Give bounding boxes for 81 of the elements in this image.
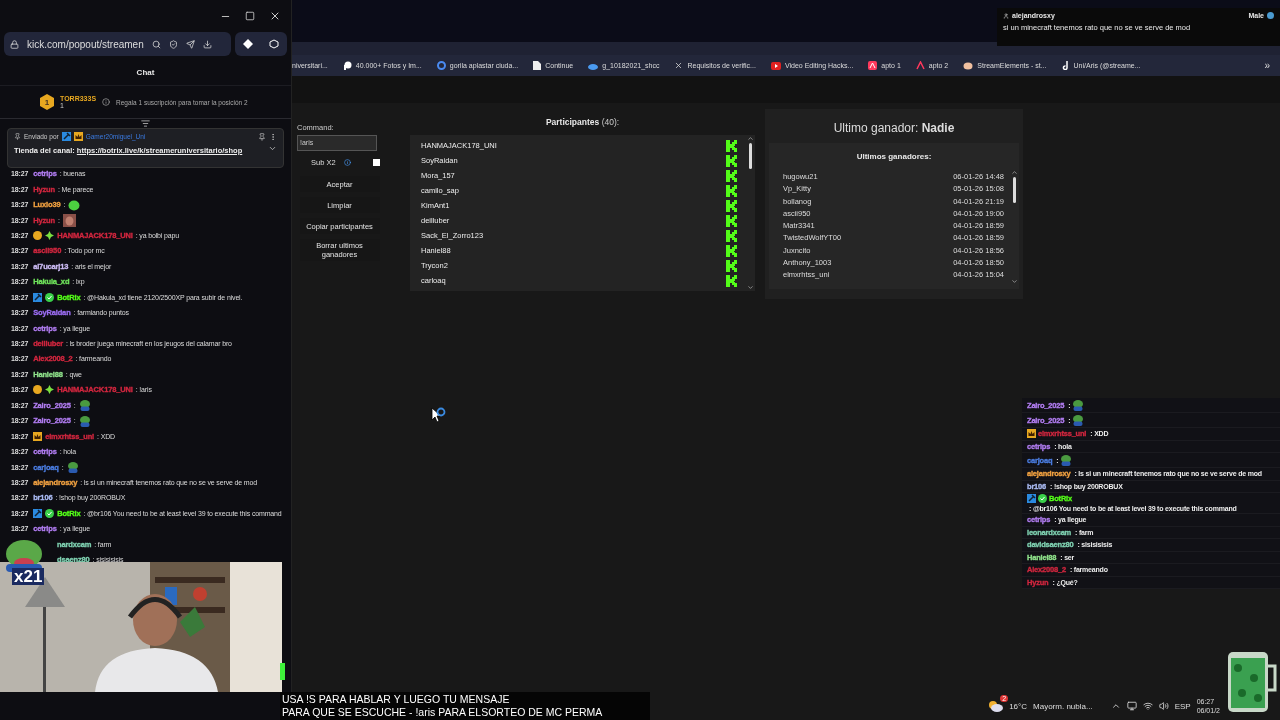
language-indicator[interactable]: ESP <box>1174 701 1191 711</box>
verified-badge-icon <box>45 292 55 302</box>
subtitle-line: PARA QUE SE ESCUCHE - !aris PARA ELSORTEO DE MC PERMA <box>282 706 604 719</box>
info-icon <box>343 159 351 166</box>
crown-badge-icon <box>1027 429 1036 439</box>
subtitle-line: USA !S PARA HABLAR Y LUEGO TU MENSAJE <box>282 693 511 706</box>
wifi-icon[interactable] <box>1142 701 1153 711</box>
globe-icon <box>1267 12 1274 19</box>
download-icon[interactable] <box>202 39 212 49</box>
send-icon[interactable] <box>185 39 195 49</box>
frog-emote <box>1072 399 1085 411</box>
level-bar <box>280 663 285 680</box>
user-icon <box>1003 12 1009 19</box>
scrollbar-thumb[interactable] <box>1012 177 1016 203</box>
verified-badge-icon <box>45 508 55 518</box>
more-bookmarks-button[interactable]: » <box>1264 60 1270 71</box>
close-icon[interactable] <box>269 10 281 22</box>
logo-icon <box>726 154 737 167</box>
address-bar[interactable]: kick.com/popout/streamen <box>4 32 231 56</box>
scroll-down-icon[interactable] <box>1010 278 1018 285</box>
scroll-up-icon[interactable] <box>746 135 754 142</box>
weather-text: Mayorm. nubla... <box>1033 701 1093 711</box>
hammer-badge-icon <box>33 292 43 302</box>
music-note-icon <box>1061 61 1070 70</box>
more-icon[interactable] <box>269 132 277 141</box>
volume-icon[interactable] <box>1158 701 1169 711</box>
crown-badge-icon <box>73 132 83 141</box>
tray-chevron-icon[interactable] <box>1110 701 1121 711</box>
coin-badge-icon <box>33 385 43 395</box>
verified-badge-icon <box>1038 494 1047 503</box>
cube-icon[interactable] <box>269 39 279 49</box>
search-icon[interactable] <box>151 39 161 49</box>
last-winner: Ultimo ganador: Nadie <box>833 120 955 137</box>
scrollbar-thumb[interactable] <box>748 143 752 169</box>
crown-badge-icon <box>33 431 43 441</box>
logo-icon <box>726 139 737 152</box>
cloud-icon <box>588 61 599 70</box>
shield-icon[interactable] <box>168 39 178 49</box>
frog-emote <box>78 414 91 427</box>
blob-emote <box>68 198 81 211</box>
gift-badge-icon <box>45 230 55 240</box>
frog-emote <box>1060 454 1073 466</box>
play-icon <box>770 61 781 70</box>
frog-sticker-icon <box>4 538 44 572</box>
sub-checkbox[interactable] <box>372 159 380 166</box>
sticker-count: x21 <box>12 568 45 585</box>
weather-icon[interactable] <box>987 700 1004 712</box>
hammer-badge-icon <box>33 508 43 518</box>
url-text: kick.com/popout/streamen <box>27 38 144 50</box>
frog-emote <box>78 399 91 412</box>
logo-icon <box>726 184 737 197</box>
loading-cursor-icon <box>431 407 447 425</box>
gift-badge-icon <box>45 385 55 395</box>
frog-emote <box>66 461 79 474</box>
extension-icon[interactable] <box>243 39 253 49</box>
winners-title: Ultimos ganadores: <box>856 151 932 163</box>
hammer-badge-icon <box>1027 494 1036 503</box>
logo-icon <box>726 214 737 227</box>
logo-icon <box>726 274 737 287</box>
coin-badge-icon <box>33 230 43 240</box>
monitor-icon[interactable] <box>1126 701 1137 711</box>
rank-badge: 1 <box>40 94 54 110</box>
x-logo-icon <box>674 61 684 70</box>
hammer-badge-icon <box>61 132 71 141</box>
filter-icon[interactable] <box>141 119 150 128</box>
lock-icon <box>10 39 19 49</box>
logo-icon <box>726 199 737 212</box>
logo-icon <box>726 169 737 182</box>
scroll-up-icon[interactable] <box>1010 169 1018 176</box>
info-icon <box>102 98 111 106</box>
temperature: 16°C <box>1009 701 1028 711</box>
participants-title: Participantes (40): <box>544 116 621 129</box>
logo-icon <box>726 244 737 257</box>
frog-emote <box>1072 414 1085 426</box>
scroll-down-icon[interactable] <box>746 284 754 291</box>
document-icon <box>533 61 542 70</box>
chat-title: Chat <box>0 60 291 86</box>
face-emote <box>62 213 76 227</box>
logo-icon <box>726 259 737 272</box>
logo-icon <box>726 229 737 242</box>
maximize-icon[interactable] <box>245 11 255 21</box>
